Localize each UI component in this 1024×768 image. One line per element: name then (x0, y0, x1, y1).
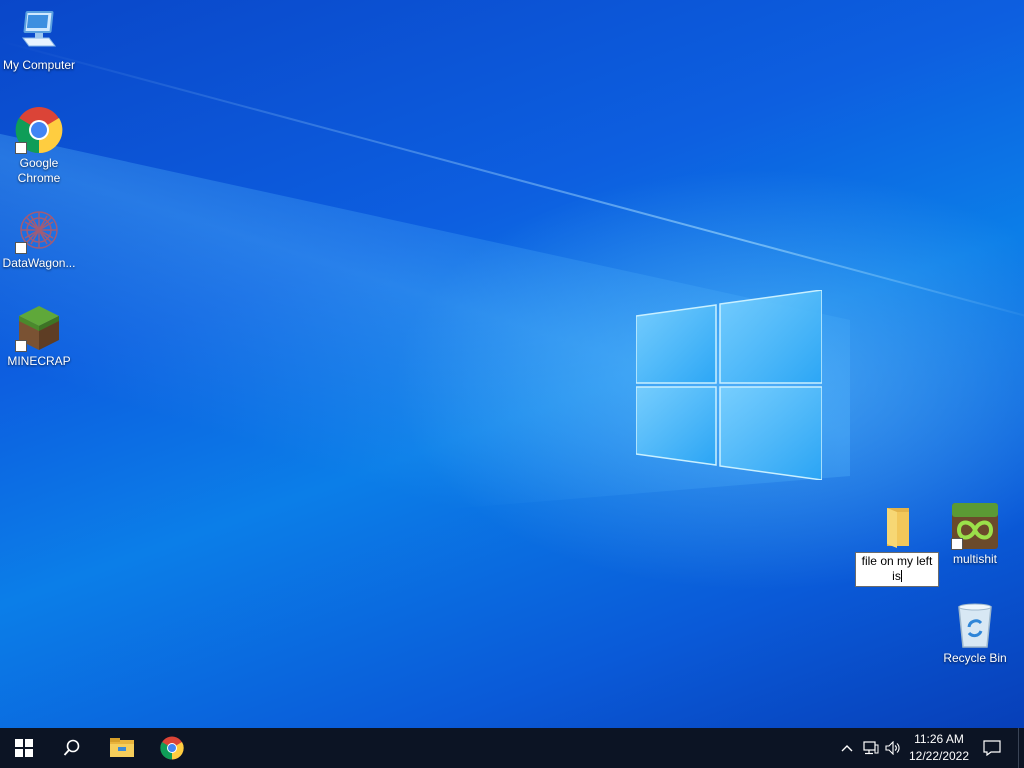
chevron-up-icon (841, 745, 853, 752)
datawagon-icon (15, 206, 63, 254)
icon-label: multishit (952, 552, 997, 566)
show-desktop-divider[interactable] (1018, 728, 1019, 768)
desktop-icon-recycle-bin[interactable]: Recycle Bin (936, 601, 1014, 666)
show-hidden-icons-button[interactable] (836, 728, 858, 768)
volume-icon (885, 741, 900, 755)
desktop-background[interactable]: My Computer Google Chrome DataWagon... M… (0, 0, 1024, 728)
shortcut-arrow-icon (15, 142, 27, 154)
shortcut-arrow-icon (15, 242, 27, 254)
taskbar-file-explorer[interactable] (98, 728, 146, 768)
file-explorer-icon (110, 738, 134, 757)
network-button[interactable] (860, 728, 882, 768)
search-icon (63, 739, 80, 756)
start-button[interactable] (0, 728, 48, 768)
text-caret (900, 570, 902, 582)
clock[interactable]: 11:26 AM 12/22/2022 (904, 731, 974, 765)
desktop-icon-minecrap[interactable]: MINECRAP (0, 304, 78, 369)
desktop-icon-my-computer[interactable]: My Computer (0, 8, 78, 73)
desktop-icon-google-chrome[interactable]: Google Chrome (0, 106, 78, 186)
windows-logo-wallpaper (636, 290, 822, 480)
desktop-icon-datawagon[interactable]: DataWagon... (0, 206, 78, 271)
taskbar-chrome[interactable] (148, 728, 196, 768)
rename-text-line2: is (892, 569, 901, 583)
chrome-icon (160, 736, 184, 760)
icon-label: Recycle Bin (943, 651, 1007, 665)
icon-label: MINECRAP (7, 354, 71, 368)
chrome-icon (15, 106, 63, 154)
icon-label: My Computer (2, 58, 76, 72)
clock-date: 12/22/2022 (908, 749, 970, 763)
action-center-button[interactable] (978, 728, 1006, 768)
taskbar: 11:26 AM 12/22/2022 (0, 728, 1024, 768)
minecraft-icon (15, 304, 63, 352)
shortcut-arrow-icon (15, 340, 27, 352)
rename-text-line1: file on my left (861, 554, 933, 568)
multimc-icon (951, 502, 999, 550)
desktop-icon-multishit[interactable]: multishit (936, 502, 1014, 567)
windows-start-icon (15, 739, 33, 757)
recycle-bin-icon (951, 601, 999, 649)
shortcut-arrow-icon (951, 538, 963, 550)
action-center-icon (983, 740, 1001, 756)
icon-label: Google Chrome (17, 156, 61, 185)
rename-textbox[interactable]: file on my left is (855, 552, 939, 587)
light-ray (0, 40, 1024, 327)
volume-button[interactable] (882, 728, 904, 768)
icon-label: DataWagon... (2, 256, 76, 270)
clock-time: 11:26 AM (914, 732, 964, 746)
desktop-icon-new-folder[interactable] (855, 504, 939, 552)
network-icon (863, 741, 879, 755)
search-button[interactable] (48, 728, 96, 768)
computer-icon (15, 8, 63, 56)
folder-icon (877, 504, 917, 550)
